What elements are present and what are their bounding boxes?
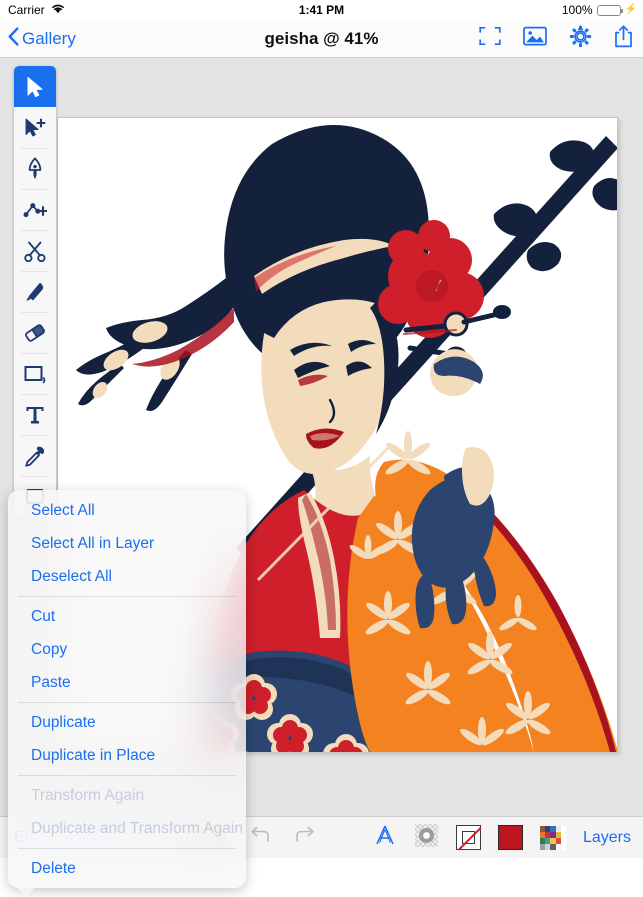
battery-icon [596, 4, 623, 16]
menu-separator [18, 848, 236, 849]
battery-percent-label: 100% [561, 3, 593, 17]
context-menu: Select All Select All in Layer Deselect … [8, 490, 246, 897]
menu-item-duplicate-in-place[interactable]: Duplicate in Place [8, 739, 246, 772]
bottom-toolbar-right: Layers [373, 823, 631, 853]
direct-selection-tool[interactable] [14, 107, 56, 148]
menu-item-duplicate-and-transform-again: Duplicate and Transform Again [31, 819, 243, 837]
navigation-bar: Gallery geisha @ 41% [0, 20, 643, 58]
fill-color-swatch[interactable] [497, 825, 523, 850]
menu-item-transform-again: Transform Again [31, 786, 145, 804]
menu-item-deselect-all[interactable]: Deselect All [8, 560, 246, 593]
lightning-bolt-icon: ⚡ [624, 4, 637, 15]
fit-to-screen-icon[interactable] [479, 26, 501, 51]
eyedropper-tool[interactable] [14, 435, 56, 476]
menu-separator [18, 775, 236, 776]
pen-tool[interactable] [14, 148, 56, 189]
redo-arrow-icon [294, 826, 316, 849]
menu-item-copy[interactable]: Copy [8, 633, 246, 666]
scissors-tool[interactable] [14, 230, 56, 271]
menu-item-select-all[interactable]: Select All [8, 494, 246, 527]
status-time: 1:41 PM [298, 3, 345, 17]
nav-action-group [479, 24, 633, 53]
rectangle-tool[interactable] [14, 353, 56, 394]
menu-item-delete[interactable]: Delete [8, 852, 246, 885]
node-tool[interactable] [14, 189, 56, 230]
menu-item-paste[interactable]: Paste [8, 666, 246, 699]
menu-separator [18, 702, 236, 703]
selection-arrow-tool[interactable] [14, 66, 56, 107]
tool-palette [14, 66, 56, 517]
menu-item-duplicate[interactable]: Duplicate [8, 706, 246, 739]
text-style-a-icon[interactable] [373, 823, 397, 852]
undo-arrow-icon [249, 826, 271, 849]
knife-tool[interactable] [14, 271, 56, 312]
opacity-mask-icon[interactable] [414, 823, 439, 853]
layers-panel-button[interactable]: Layers [583, 829, 631, 847]
menu-item-cut[interactable]: Cut [8, 600, 246, 633]
work-area: Select All Select All in Layer Deselect … [0, 58, 643, 897]
color-palette-grid-icon[interactable] [539, 825, 566, 850]
text-tool[interactable] [14, 394, 56, 435]
status-bar-right: 100% ⚡ [562, 3, 637, 17]
share-icon[interactable] [614, 24, 633, 53]
menu-item-select-all-in-layer[interactable]: Select All in Layer [8, 527, 246, 560]
gear-icon[interactable] [569, 24, 592, 53]
menu-pointer-tail [17, 887, 35, 897]
menu-separator [18, 596, 236, 597]
image-icon[interactable] [523, 26, 547, 51]
stroke-none-swatch[interactable] [455, 825, 481, 850]
status-bar: Carrier 1:41 PM 100% ⚡ [0, 0, 643, 20]
eraser-tool[interactable] [14, 312, 56, 353]
